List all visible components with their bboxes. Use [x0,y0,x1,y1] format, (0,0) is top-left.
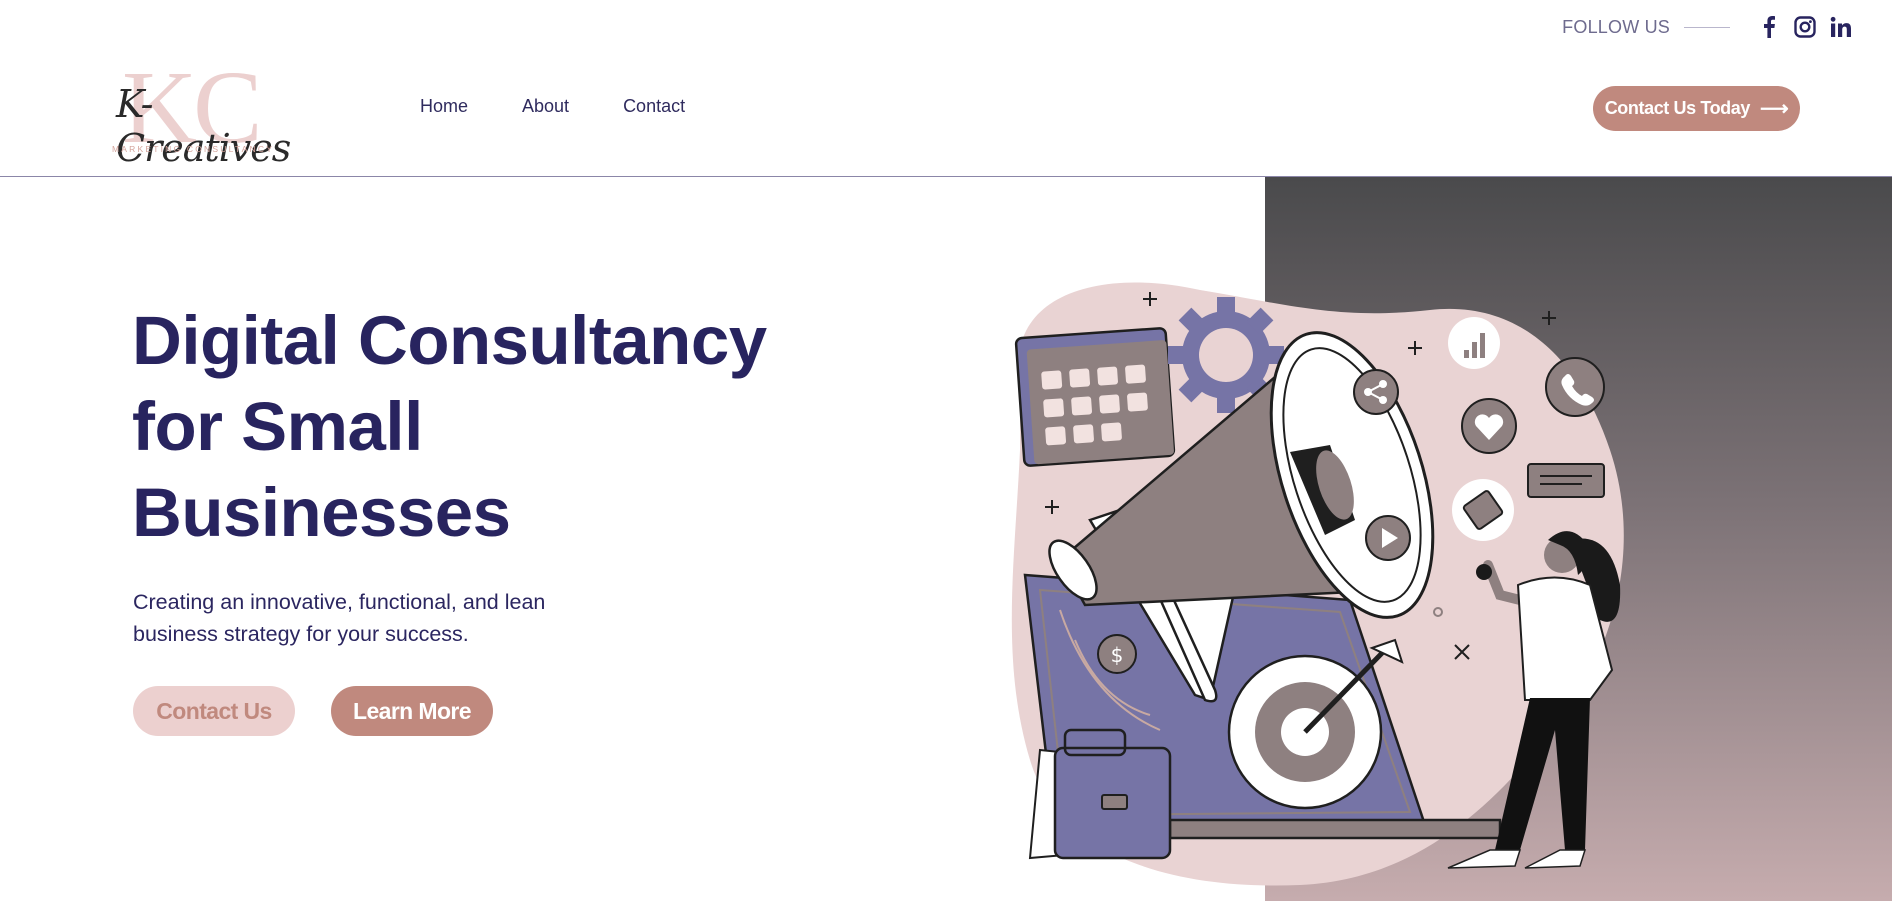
heart-icon [1461,398,1517,454]
dollar-icon: $ [1097,634,1137,674]
phone-icon [1545,357,1605,417]
marketing-megaphone-illustration: $ [1011,282,1624,886]
share-icon [1353,369,1399,415]
calendar-icon [1014,327,1176,467]
bar-chart-icon [1448,317,1500,369]
chat-bubble-icon [1527,463,1605,498]
play-icon [1365,515,1411,561]
svg-text:$: $ [1111,643,1124,667]
mail-icon [1452,479,1514,541]
